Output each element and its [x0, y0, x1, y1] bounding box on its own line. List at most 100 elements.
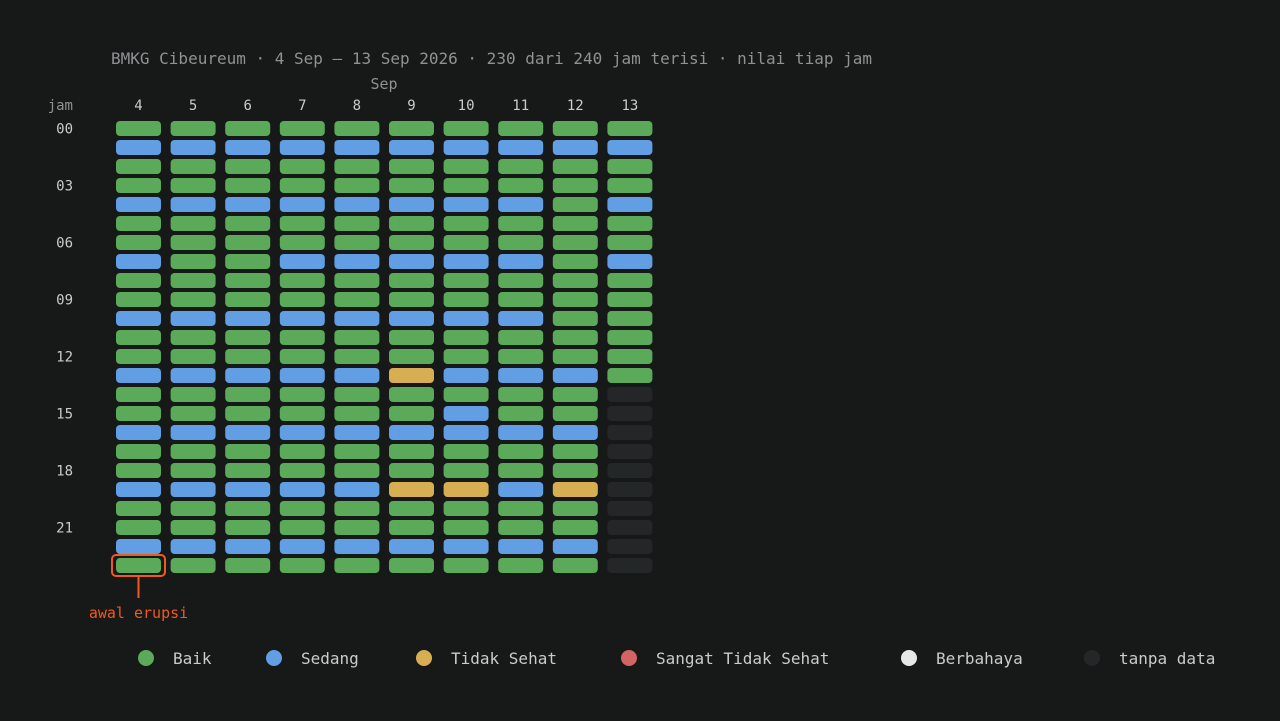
heatmap-cell — [552, 482, 598, 497]
heatmap-cell — [443, 406, 489, 421]
heatmap-cell — [279, 501, 325, 516]
heatmap-cell — [170, 349, 216, 364]
heatmap-cell — [498, 311, 544, 326]
heatmap-cell — [443, 539, 489, 554]
heatmap-cell — [170, 444, 216, 459]
heatmap-cell — [607, 254, 653, 269]
annotation-label: awal erupsi — [89, 604, 188, 622]
heatmap-cell — [552, 273, 598, 288]
heatmap-cell — [116, 330, 161, 345]
legend: Baik Sedang Tidak Sehat Sangat Tidak Sehat B… — [138, 649, 1215, 668]
heatmap-cell — [170, 292, 216, 307]
heatmap-cell — [552, 349, 598, 364]
heatmap-cell — [279, 387, 325, 402]
heatmap-cell — [279, 216, 325, 231]
heatmap-cell — [116, 387, 161, 402]
heatmap-cell — [279, 425, 325, 440]
hour-label: 15 — [56, 407, 73, 423]
legend-label: Sedang — [301, 649, 359, 668]
heatmap-cell — [334, 368, 380, 383]
heatmap-cell — [498, 235, 544, 250]
aqi-hourly-heatmap: BMKG Cibeureum · 4 Sep – 13 Sep 2026 · 2… — [48, 49, 1216, 668]
hour-label: 09 — [56, 293, 73, 309]
chart-title: BMKG Cibeureum · 4 Sep – 13 Sep 2026 · 2… — [111, 49, 872, 68]
heatmap-cell — [443, 520, 489, 535]
heatmap-cell — [498, 330, 544, 345]
heatmap-cell — [552, 216, 598, 231]
heatmap-cell — [498, 406, 544, 421]
heatmap-cell — [443, 501, 489, 516]
heatmap-cell — [498, 292, 544, 307]
heatmap-cell — [498, 444, 544, 459]
heatmap-cell — [389, 311, 434, 326]
heatmap-cell — [334, 349, 380, 364]
heatmap-cell — [225, 482, 271, 497]
heatmap-cell — [607, 121, 653, 136]
heatmap-cell — [170, 520, 216, 535]
heatmap-cell — [607, 292, 653, 307]
heatmap-cell — [498, 216, 544, 231]
heatmap-cell — [334, 539, 380, 554]
heatmap-cell — [116, 254, 161, 269]
heatmap-cell — [225, 501, 271, 516]
legend-label: Berbahaya — [936, 649, 1023, 668]
heatmap-cell — [225, 311, 271, 326]
heatmap-cell — [279, 482, 325, 497]
legend-swatch — [416, 650, 432, 666]
hour-label: 00 — [56, 122, 73, 138]
legend-swatch — [621, 650, 637, 666]
heatmap-cell — [607, 159, 653, 174]
heatmap-cell — [334, 330, 380, 345]
heatmap-cell — [443, 178, 489, 193]
heatmap-cell — [389, 178, 434, 193]
heatmap-cell — [334, 406, 380, 421]
heatmap-cell — [443, 254, 489, 269]
heatmap-cell — [443, 425, 489, 440]
heatmap-cell — [170, 254, 216, 269]
heatmap-cell — [170, 140, 216, 155]
hour-label: 12 — [56, 350, 73, 366]
heatmap-cell — [279, 349, 325, 364]
heatmap-cell — [443, 235, 489, 250]
day-label: 5 — [189, 98, 197, 114]
heatmap-cell — [225, 140, 271, 155]
heatmap-cell — [498, 121, 544, 136]
heatmap-cell — [389, 387, 434, 402]
heatmap-cell — [279, 140, 325, 155]
heatmap-cell — [116, 140, 161, 155]
heatmap-cell — [279, 273, 325, 288]
hour-labels: 00 03 06 09 12 15 18 21 — [56, 122, 73, 537]
month-label: Sep — [370, 75, 397, 93]
heatmap-cell — [498, 387, 544, 402]
heatmap-cell — [279, 463, 325, 478]
heatmap-cell — [170, 330, 216, 345]
heatmap-cell — [498, 254, 544, 269]
heatmap-cell — [116, 292, 161, 307]
heatmap-cell — [443, 159, 489, 174]
heatmap-cell — [389, 406, 434, 421]
heatmap-cell — [607, 349, 653, 364]
heatmap-cell — [552, 387, 598, 402]
heatmap-cell — [279, 520, 325, 535]
heatmap-cell — [116, 349, 161, 364]
heatmap-cell — [225, 216, 271, 231]
heatmap-cell — [225, 330, 271, 345]
heatmap-cell — [389, 330, 434, 345]
heatmap-cell — [607, 140, 653, 155]
heatmap-cell — [498, 178, 544, 193]
heatmap-cell — [279, 330, 325, 345]
heatmap-cell — [225, 444, 271, 459]
heatmap-cell — [552, 292, 598, 307]
heatmap-cell — [552, 368, 598, 383]
heatmap-cell — [443, 444, 489, 459]
heatmap-cell — [116, 235, 161, 250]
heatmap-cell — [389, 558, 434, 573]
heatmap-cell — [225, 463, 271, 478]
heatmap-cell — [607, 273, 653, 288]
heatmap-cell — [116, 311, 161, 326]
heatmap-cell — [607, 425, 653, 440]
heatmap-cell — [607, 463, 653, 478]
legend-swatch — [138, 650, 154, 666]
heatmap-cell — [552, 520, 598, 535]
heatmap-cell — [279, 254, 325, 269]
